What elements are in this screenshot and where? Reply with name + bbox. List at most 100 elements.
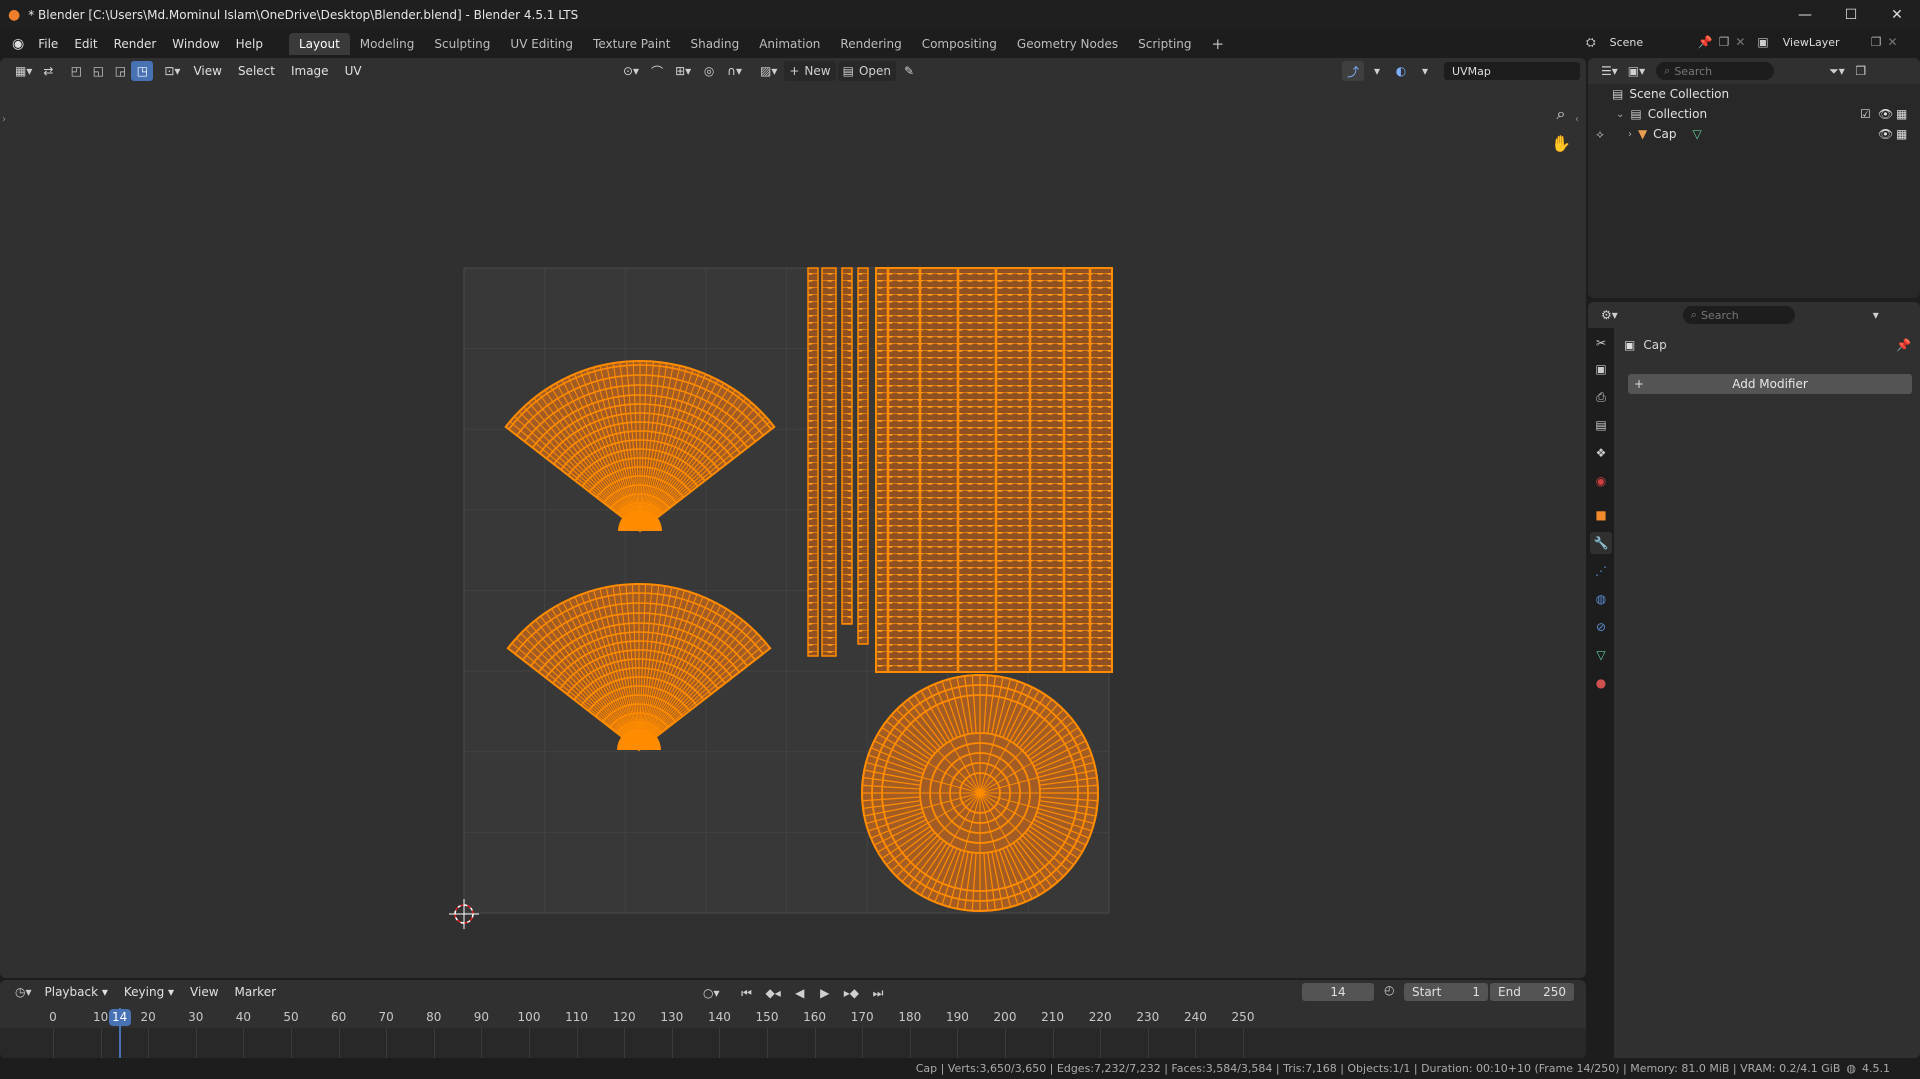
blender-menu-icon[interactable]: ◉ (12, 36, 24, 52)
modifier-tab-icon[interactable]: 🔧 (1590, 532, 1612, 554)
jump-keyframe-forward-icon[interactable]: ▸◆ (839, 983, 864, 1003)
viewlayer-selector[interactable]: ViewLayer (1774, 33, 1865, 51)
scene-selector[interactable]: Scene (1601, 33, 1692, 51)
tool-tab-icon[interactable]: ✂ (1590, 332, 1612, 354)
filter-icon[interactable]: ⏷▾ (1824, 61, 1850, 81)
jump-keyframe-back-icon[interactable]: ◆◂ (761, 983, 786, 1003)
cap-visibility-eye-icon[interactable]: 👁 (1878, 127, 1893, 141)
menu-file[interactable]: File (30, 33, 66, 55)
scene-icon[interactable]: ⛭ (1586, 35, 1596, 50)
overlay-dropdown-icon[interactable]: ▾ (1414, 61, 1436, 81)
menu-timeline-view[interactable]: View (182, 985, 226, 999)
pan-hand-icon[interactable]: ✋ (1548, 134, 1574, 160)
collapse-chevron-icon[interactable]: ⌄ (1616, 109, 1624, 120)
gizmo-icon[interactable]: ⤴ (1342, 61, 1365, 81)
current-frame-field[interactable]: 14 (1302, 983, 1374, 1001)
gizmo-dropdown-icon[interactable]: ▾ (1366, 61, 1388, 81)
menu-edit[interactable]: Edit (66, 33, 105, 55)
delete-viewlayer-icon[interactable]: ✕ (1888, 35, 1898, 49)
expand-chevron-icon[interactable]: › (1628, 129, 1632, 140)
properties-editor-type-icon[interactable]: ⚙▾ (1596, 305, 1623, 325)
sync-selection-icon[interactable]: ⇄ (37, 61, 59, 81)
sticky-select-icon[interactable]: ⊡▾ (159, 61, 185, 81)
edge-select-icon[interactable]: ◱ (87, 61, 109, 81)
start-frame-field[interactable]: Start 1 (1404, 983, 1488, 1001)
tab-sculpting[interactable]: Sculpting (424, 33, 500, 55)
cap-render-camera-icon[interactable]: ▦ (1896, 127, 1907, 141)
scene-tab-icon[interactable]: ❖ (1590, 442, 1612, 464)
open-image-button[interactable]: ▤ Open (837, 61, 897, 81)
face-select-icon[interactable]: ◲ (109, 61, 131, 81)
menu-image[interactable]: Image (283, 64, 337, 78)
playhead-frame-label[interactable]: 14 (108, 1009, 131, 1026)
world-tab-icon[interactable]: ◉ (1590, 470, 1612, 492)
uv-editor[interactable]: ▦▾ ⇄ ◰ ◱ ◲ ◳ ⊡▾ View Select Image UV ⊙▾ … (0, 58, 1586, 978)
editor-type-icon[interactable]: ▦▾ (10, 61, 37, 81)
delete-scene-icon[interactable]: ✕ (1735, 35, 1745, 49)
new-scene-icon[interactable]: ❐ (1719, 35, 1730, 49)
viewlayer-icon[interactable]: ▣ (1757, 35, 1768, 49)
menu-window[interactable]: Window (164, 33, 227, 55)
outliner-search-input[interactable]: ⌕ Search (1656, 62, 1775, 80)
auto-key-icon[interactable]: ○▾ (698, 983, 725, 1003)
snap-target-icon[interactable]: ⊞▾ (670, 61, 696, 81)
pin-image-icon[interactable]: ✎ (898, 61, 920, 81)
tab-rendering[interactable]: Rendering (830, 33, 911, 55)
new-image-button[interactable]: + New (784, 61, 836, 81)
toolbar-expand-icon[interactable]: › (2, 114, 6, 125)
menu-render[interactable]: Render (106, 33, 165, 55)
render-tab-icon[interactable]: ▣ (1590, 358, 1612, 380)
snap-icon[interactable]: ⌒ (646, 61, 668, 81)
physics-tab-icon[interactable]: ◍ (1590, 588, 1612, 610)
timeline-track[interactable] (0, 1028, 1586, 1058)
properties-search-input[interactable]: ⌕ Search (1682, 306, 1795, 324)
play-icon[interactable]: ▶ (814, 983, 836, 1003)
overlay-icon[interactable]: ◐ (1390, 61, 1412, 81)
minimize-button[interactable]: — (1782, 0, 1828, 30)
outliner[interactable]: ☰▾ ▣▾ ⌕ Search ⏷▾ ❐ ▤ Scene Collection ⌄ … (1588, 58, 1920, 298)
close-button[interactable]: ✕ (1874, 0, 1920, 30)
uv-canvas[interactable]: ⌕ ✋ › ‹ (0, 84, 1586, 978)
uv-layout[interactable] (0, 84, 1586, 978)
visibility-eye-icon[interactable]: 👁 (1878, 107, 1893, 121)
vertex-select-icon[interactable]: ◰ (65, 61, 87, 81)
exclude-checkbox-icon[interactable]: ☑ (1860, 107, 1871, 121)
tab-shading[interactable]: Shading (680, 33, 749, 55)
preview-range-icon[interactable]: ◴ (1384, 983, 1394, 997)
tab-modeling[interactable]: Modeling (350, 33, 425, 55)
edit-mode-icon[interactable]: ⟡ (1596, 127, 1604, 142)
tab-uv-editing[interactable]: UV Editing (500, 33, 583, 55)
uvmap-field[interactable]: UVMap (1444, 62, 1581, 80)
outliner-row-cap[interactable]: ⟡ › ▼ Cap ▽ 👁 ▦ (1588, 124, 1920, 144)
add-modifier-button[interactable]: + Add Modifier (1628, 374, 1912, 394)
constraints-tab-icon[interactable]: ⊘ (1590, 616, 1612, 638)
menu-keying[interactable]: Keying ▾ (116, 985, 182, 999)
output-tab-icon[interactable]: ⎙ (1590, 386, 1612, 408)
add-workspace-button[interactable]: + (1202, 33, 1235, 55)
maximize-button[interactable]: ☐ (1828, 0, 1874, 30)
properties-options-icon[interactable]: ▾ (1865, 305, 1887, 325)
tab-geometry-nodes[interactable]: Geometry Nodes (1007, 33, 1128, 55)
end-frame-field[interactable]: End 250 (1490, 983, 1574, 1001)
menu-view[interactable]: View (185, 64, 229, 78)
play-reverse-icon[interactable]: ◀ (789, 983, 811, 1003)
material-tab-icon[interactable]: ● (1590, 672, 1612, 694)
outliner-editor-type-icon[interactable]: ☰▾ (1596, 61, 1623, 81)
object-tab-icon[interactable]: ■ (1590, 504, 1612, 526)
image-browse-icon[interactable]: ▨▾ (755, 61, 782, 81)
timeline-editor-type-icon[interactable]: ◷▾ (10, 982, 37, 1002)
data-tab-icon[interactable]: ▽ (1590, 644, 1612, 666)
display-mode-icon[interactable]: ▣▾ (1623, 61, 1650, 81)
tab-texture-paint[interactable]: Texture Paint (583, 33, 680, 55)
tab-compositing[interactable]: Compositing (912, 33, 1007, 55)
pin-icon[interactable]: 📌 (1698, 35, 1713, 49)
properties-pin-icon[interactable]: 📌 (1896, 338, 1911, 352)
new-viewlayer-icon[interactable]: ❐ (1871, 35, 1882, 49)
outliner-row-scene-collection[interactable]: ▤ Scene Collection (1588, 84, 1920, 104)
menu-playback[interactable]: Playback ▾ (37, 985, 116, 999)
jump-end-icon[interactable]: ⏭ (867, 983, 889, 1003)
outliner-row-collection[interactable]: ⌄ ▤ Collection ☑ 👁 ▦ (1588, 104, 1920, 124)
tab-scripting[interactable]: Scripting (1128, 33, 1201, 55)
pivot-icon[interactable]: ⊙▾ (618, 61, 644, 81)
menu-select[interactable]: Select (230, 64, 283, 78)
